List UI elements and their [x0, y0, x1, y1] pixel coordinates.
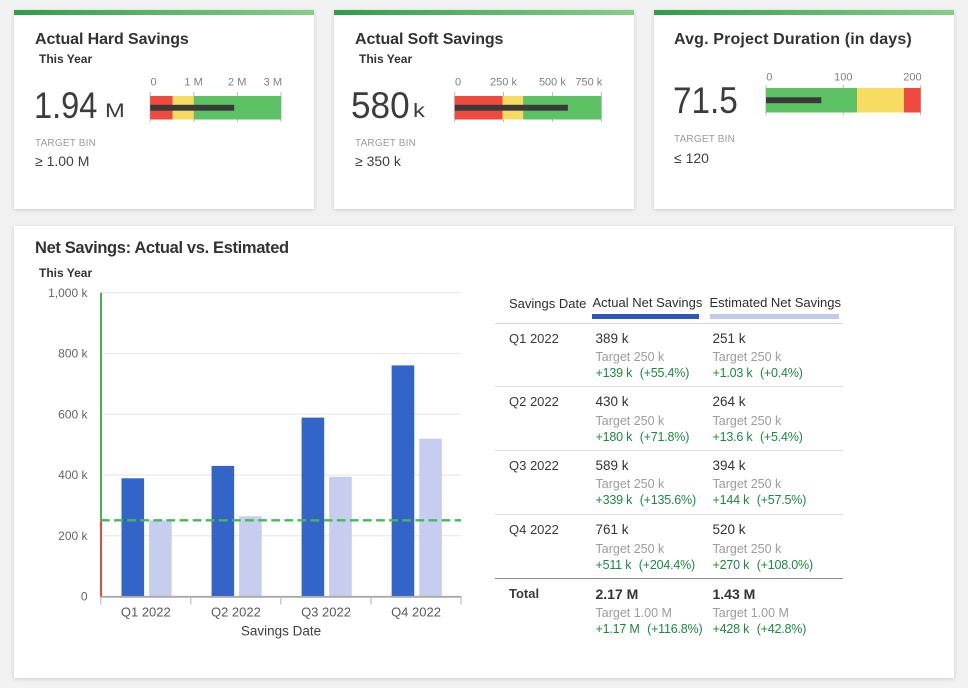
svg-text:Q1 2022: Q1 2022 — [121, 605, 171, 620]
svg-text:200: 200 — [903, 72, 921, 84]
svg-text:1,000 k: 1,000 k — [48, 286, 88, 300]
svg-text:Savings Date: Savings Date — [241, 624, 321, 639]
svg-text:250 k: 250 k — [490, 77, 517, 89]
svg-text:3 M: 3 M — [264, 77, 282, 89]
svg-text:200 k: 200 k — [58, 529, 88, 543]
svg-text:2 M: 2 M — [228, 77, 246, 89]
svg-text:1 M: 1 M — [184, 77, 202, 89]
svg-text:800 k: 800 k — [58, 347, 88, 361]
svg-text:600 k: 600 k — [58, 408, 88, 422]
svg-text:750 k: 750 k — [575, 77, 602, 89]
svg-text:Q4 2022: Q4 2022 — [391, 605, 441, 620]
svg-text:0: 0 — [81, 590, 88, 604]
svg-text:0: 0 — [455, 77, 461, 89]
svg-text:400 k: 400 k — [58, 468, 88, 482]
svg-text:Q3 2022: Q3 2022 — [301, 605, 351, 620]
svg-text:Q2 2022: Q2 2022 — [211, 605, 261, 620]
svg-text:500 k: 500 k — [539, 77, 566, 89]
svg-text:100: 100 — [834, 72, 852, 84]
svg-text:0: 0 — [766, 72, 772, 84]
svg-text:0: 0 — [151, 77, 157, 89]
